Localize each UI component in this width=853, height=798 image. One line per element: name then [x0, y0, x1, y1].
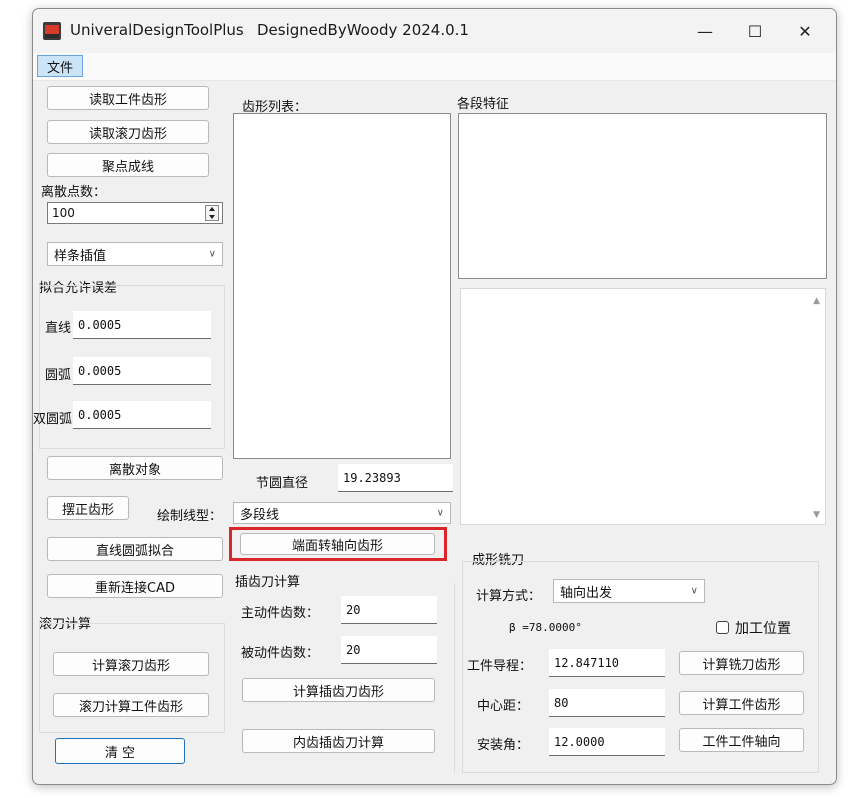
machining-position-checkbox[interactable]	[716, 621, 729, 634]
scroll-down-icon[interactable]: ▼	[813, 510, 820, 520]
machining-position-label: 加工位置	[735, 621, 791, 637]
reconnect-cad-button[interactable]: 重新连接CAD	[47, 574, 223, 598]
arc-label: 圆弧	[45, 368, 72, 383]
arc-tolerance-field[interactable]: 0.0005	[73, 357, 211, 385]
driven-teeth-label: 被动件齿数：	[241, 646, 320, 661]
pitch-diameter-field[interactable]: 19.23893	[338, 464, 453, 492]
discrete-points-label: 离散点数：	[41, 185, 107, 200]
scroll-up-icon[interactable]: ▲	[813, 296, 820, 306]
straighten-profile-button[interactable]: 摆正齿形	[47, 496, 129, 520]
discrete-object-button[interactable]: 离散对象	[47, 456, 223, 480]
beta-value-text: β =78.0000°	[509, 621, 582, 634]
discrete-points-spinner[interactable]: 100	[47, 202, 223, 224]
interp-method-select[interactable]: 样条插值 ∨	[47, 242, 223, 266]
read-hob-button[interactable]: 读取滚刀齿形	[47, 120, 209, 144]
center-distance-label: 中心距：	[477, 699, 530, 714]
cluster-line-button[interactable]: 聚点成线	[47, 153, 209, 177]
title-bar[interactable]: UniveralDesignToolPlus DesignedByWoody 2…	[33, 9, 836, 53]
workpiece-lead-field[interactable]: 12.847110	[549, 649, 665, 677]
segment-features-box[interactable]	[458, 113, 827, 279]
calc-mode-label: 计算方式：	[476, 589, 542, 604]
window-title: UniveralDesignToolPlus	[70, 21, 244, 39]
driver-teeth-field[interactable]: 20	[341, 596, 437, 624]
spinner-arrows-icon[interactable]	[205, 205, 219, 221]
double-arc-label: 双圆弧	[33, 412, 73, 427]
draw-linetype-select[interactable]: 多段线 ∨	[233, 502, 451, 524]
menu-bar: 文件	[33, 53, 836, 81]
interp-method-value: 样条插值	[54, 248, 107, 264]
draw-linetype-label: 绘制线型：	[157, 509, 223, 524]
workpiece-axis-button[interactable]: 工件工件轴向	[679, 728, 804, 752]
line-label: 直线	[45, 321, 72, 336]
chevron-down-icon: ∨	[208, 248, 216, 260]
double-arc-tolerance-field[interactable]: 0.0005	[73, 401, 211, 429]
install-angle-label: 安装角：	[477, 738, 530, 753]
minimize-button[interactable]: —	[683, 15, 727, 47]
menu-file[interactable]: 文件	[37, 55, 83, 77]
discrete-points-value: 100	[52, 206, 75, 220]
line-arc-fit-button[interactable]: 直线圆弧拟合	[47, 537, 223, 561]
calc-mode-select[interactable]: 轴向出发 ∨	[553, 579, 705, 603]
hob-calc-workpiece-button[interactable]: 滚刀计算工件齿形	[53, 693, 209, 717]
calc-cutter-profile-button[interactable]: 计算铣刀齿形	[679, 651, 804, 675]
calc-mode-value: 轴向出发	[560, 585, 613, 601]
workpiece-lead-label: 工件导程：	[467, 659, 533, 674]
clear-button[interactable]: 清 空	[55, 738, 185, 764]
read-workpiece-button[interactable]: 读取工件齿形	[47, 86, 209, 110]
chevron-down-icon: ∨	[690, 585, 698, 597]
draw-linetype-value: 多段线	[240, 507, 280, 523]
segment-features-label: 各段特征	[457, 97, 510, 112]
calc-shaper-profile-button[interactable]: 计算插齿刀齿形	[242, 678, 435, 702]
calc-hob-profile-button[interactable]: 计算滚刀齿形	[53, 652, 209, 676]
install-angle-field[interactable]: 12.0000	[549, 728, 665, 756]
driven-teeth-field[interactable]: 20	[341, 636, 437, 664]
internal-shaper-calc-button[interactable]: 内齿插齿刀计算	[242, 729, 435, 753]
window-subtitle: DesignedByWoody 2024.0.1	[257, 21, 469, 39]
close-button[interactable]: ✕	[783, 15, 827, 47]
profile-list-box[interactable]	[233, 113, 451, 459]
maximize-button[interactable]: ☐	[733, 15, 777, 47]
highlight-box	[229, 527, 447, 561]
app-logo-icon	[43, 22, 61, 40]
calc-workpiece-profile-button[interactable]: 计算工件齿形	[679, 691, 804, 715]
center-distance-field[interactable]: 80	[549, 689, 665, 717]
pitch-diameter-label: 节圆直径	[256, 476, 309, 491]
output-text-area[interactable]: ▲ ▼	[460, 288, 826, 525]
app-window: UniveralDesignToolPlus DesignedByWoody 2…	[32, 8, 837, 785]
chevron-down-icon: ∨	[436, 507, 444, 519]
driver-teeth-label: 主动件齿数：	[241, 606, 320, 621]
line-tolerance-field[interactable]: 0.0005	[73, 311, 211, 339]
